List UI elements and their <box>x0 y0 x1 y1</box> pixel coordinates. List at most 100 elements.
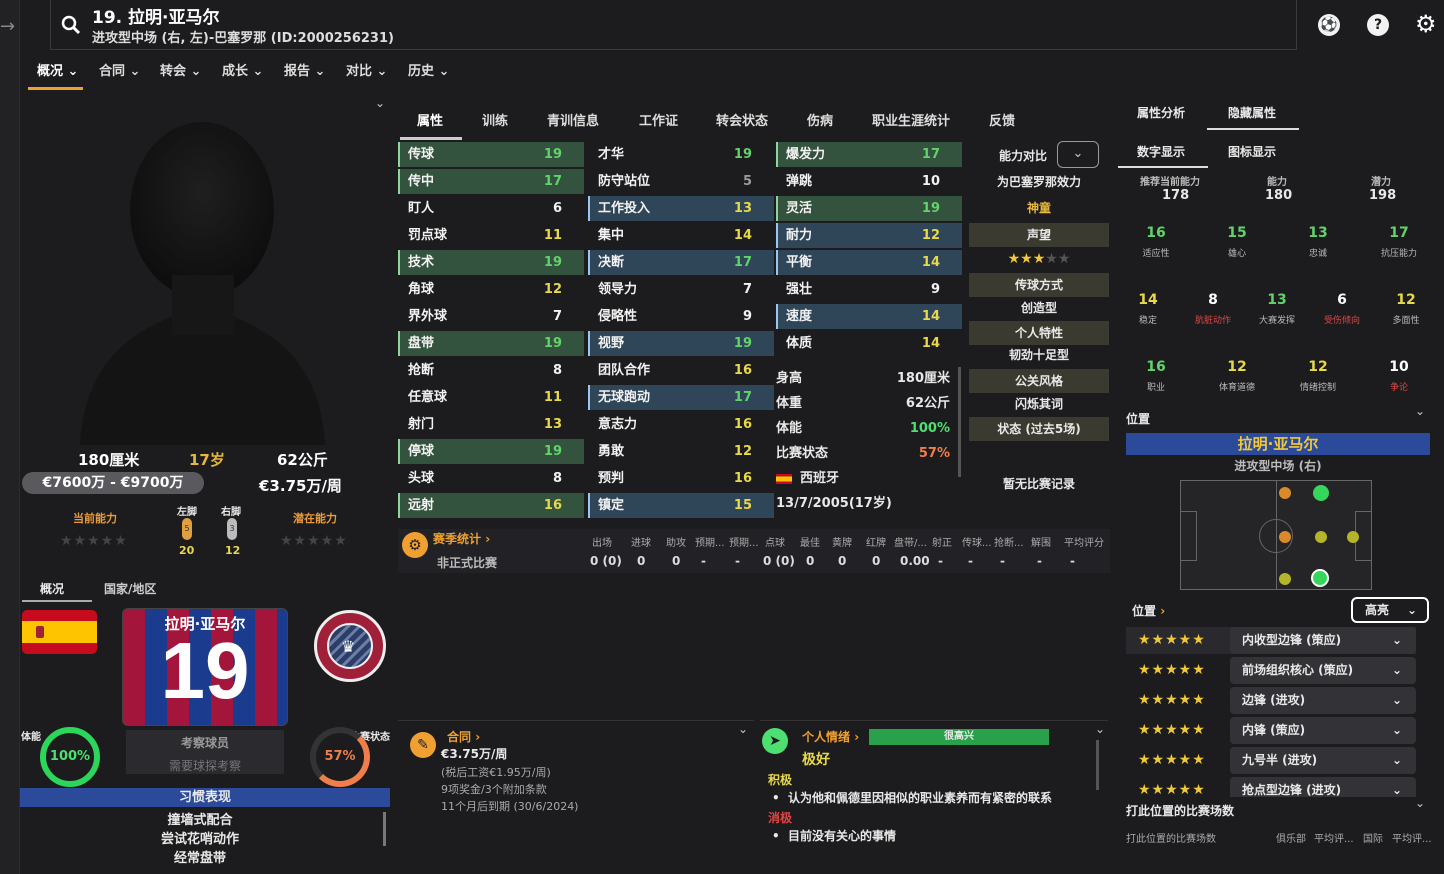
gear-icon[interactable]: ⚙ <box>1415 10 1437 38</box>
role-row[interactable]: ★★★★★ 九号半 (进攻) ⌄ <box>1126 747 1416 774</box>
attribute-row[interactable]: 耐力 12 <box>776 223 962 248</box>
attribute-row[interactable]: 盯人 6 <box>398 196 584 221</box>
attribute-name: 盯人 <box>408 201 435 216</box>
attribute-row[interactable]: 团队合作 16 <box>588 358 774 383</box>
mood-collapse-icon[interactable]: ⌄ <box>1095 722 1105 736</box>
attribute-row[interactable]: 防守站位 5 <box>588 169 774 194</box>
role-dropdown[interactable]: 边锋 (进攻) ⌄ <box>1230 687 1416 714</box>
nav-overview[interactable]: 概况 ⌄ <box>37 60 78 79</box>
contract-collapse-icon[interactable]: ⌄ <box>738 722 748 736</box>
collapse-chevron-icon[interactable]: ⌄ <box>375 96 385 110</box>
role-row[interactable]: ★★★★★ 内收型边锋 (策应) ⌄ <box>1126 627 1416 654</box>
tab-training[interactable]: 训练 <box>482 110 508 129</box>
hidden-attr-value: 17 <box>1389 225 1409 241</box>
habits-scrollbar[interactable] <box>383 812 386 846</box>
attribute-row[interactable]: 停球 19 <box>398 439 584 464</box>
tab-youth[interactable]: 青训信息 <box>547 110 599 129</box>
help-icon[interactable]: ? <box>1367 14 1389 36</box>
highlight-dropdown[interactable]: 高亮 ⌄ <box>1351 597 1429 623</box>
nav-history[interactable]: 历史 ⌄ <box>408 60 449 79</box>
attribute-row[interactable]: 意志力 16 <box>588 412 774 437</box>
tab-work-permit[interactable]: 工作证 <box>639 110 678 129</box>
tab-country[interactable]: 国家/地区 <box>104 580 156 597</box>
role-dropdown[interactable]: 抢点型边锋 (进攻) ⌄ <box>1230 777 1416 797</box>
positions-label[interactable]: 位置 › <box>1132 602 1165 619</box>
season-stat-header: 传球... <box>962 538 992 549</box>
search-icon[interactable] <box>60 14 82 36</box>
tab-numeric[interactable]: 数字显示 <box>1137 143 1185 160</box>
football-icon[interactable]: ⚽ <box>1318 14 1340 36</box>
attribute-row[interactable]: 射门 13 <box>398 412 584 437</box>
role-row[interactable]: ★★★★★ 抢点型边锋 (进攻) ⌄ <box>1126 777 1416 797</box>
attribute-name: 视野 <box>598 336 625 351</box>
attribute-row[interactable]: 领导力 7 <box>588 277 774 302</box>
role-dropdown[interactable]: 内锋 (策应) ⌄ <box>1230 717 1416 744</box>
role-row[interactable]: ★★★★★ 边锋 (进攻) ⌄ <box>1126 687 1416 714</box>
role-name: 内锋 (策应) <box>1242 723 1306 737</box>
compare-dropdown[interactable]: ⌄ <box>1057 141 1099 168</box>
attribute-row[interactable]: 界外球 7 <box>398 304 584 329</box>
attribute-value: 9 <box>742 309 752 324</box>
nav-compare[interactable]: 对比 ⌄ <box>346 60 387 79</box>
attribute-row[interactable]: 勇敢 12 <box>588 439 774 464</box>
attribute-row[interactable]: 角球 12 <box>398 277 584 302</box>
tab-transfer-status[interactable]: 转会状态 <box>716 110 768 129</box>
attribute-row[interactable]: 才华 19 <box>588 142 774 167</box>
attribute-row[interactable]: 工作投入 13 <box>588 196 774 221</box>
role-dropdown[interactable]: 前场组织核心 (策应) ⌄ <box>1230 657 1416 684</box>
tab-hidden-attrs[interactable]: 隐藏属性 <box>1228 104 1276 121</box>
tab-attributes[interactable]: 属性 <box>417 110 443 129</box>
attribute-row[interactable]: 传球 19 <box>398 142 584 167</box>
player-silhouette <box>80 122 325 445</box>
attribute-row[interactable]: 任意球 11 <box>398 385 584 410</box>
attribute-row[interactable]: 体质 14 <box>776 331 962 356</box>
attribute-row[interactable]: 抢断 8 <box>398 358 584 383</box>
attribute-row[interactable]: 镇定 15 <box>588 493 774 518</box>
attribute-row[interactable]: 视野 19 <box>588 331 774 356</box>
attribute-row[interactable]: 爆发力 17 <box>776 142 962 167</box>
attribute-row[interactable]: 集中 14 <box>588 223 774 248</box>
attribute-row[interactable]: 远射 16 <box>398 493 584 518</box>
attribute-row[interactable]: 盘带 19 <box>398 331 584 356</box>
attribute-row[interactable]: 速度 14 <box>776 304 962 329</box>
attribute-name: 盘带 <box>408 336 435 351</box>
nav-transfer[interactable]: 转会 ⌄ <box>160 60 201 79</box>
attribute-row[interactable]: 预判 16 <box>588 466 774 491</box>
role-dropdown[interactable]: 内收型边锋 (策应) ⌄ <box>1230 627 1416 654</box>
attribute-row[interactable]: 决断 17 <box>588 250 774 275</box>
tab-attr-analysis[interactable]: 属性分析 <box>1137 104 1185 121</box>
nav-contract[interactable]: 合同 ⌄ <box>99 60 140 79</box>
attribute-row[interactable]: 侵略性 9 <box>588 304 774 329</box>
mood-scrollbar[interactable] <box>1096 740 1099 790</box>
back-arrow-icon[interactable]: → <box>0 16 15 37</box>
chevron-down-icon: ⌄ <box>1391 633 1402 647</box>
role-row[interactable]: ★★★★★ 前场组织核心 (策应) ⌄ <box>1126 657 1416 684</box>
nav-development[interactable]: 成长 ⌄ <box>222 60 263 79</box>
played-collapse-icon[interactable]: ⌄ <box>1415 796 1425 810</box>
attribute-row[interactable]: 强壮 9 <box>776 277 962 302</box>
tab-feedback[interactable]: 反馈 <box>989 110 1015 129</box>
tab-injuries[interactable]: 伤病 <box>807 110 833 129</box>
attribute-row[interactable]: 技术 19 <box>398 250 584 275</box>
attribute-row[interactable]: 平衡 14 <box>776 250 962 275</box>
attribute-row[interactable]: 灵活 19 <box>776 196 962 221</box>
tab-career-stats[interactable]: 职业生涯统计 <box>872 110 950 129</box>
nav-reports[interactable]: 报告 ⌄ <box>284 60 325 79</box>
attribute-row[interactable]: 头球 8 <box>398 466 584 491</box>
tab-overview[interactable]: 概况 <box>40 580 64 597</box>
attribute-row[interactable]: 无球跑动 17 <box>588 385 774 410</box>
current-ability-stars: ★★★★★ <box>60 533 128 549</box>
season-title[interactable]: 赛季统计 › <box>433 530 490 547</box>
info-scrollbar[interactable] <box>958 367 961 477</box>
scout-box[interactable]: 考察球员 需要球探考察 <box>126 730 284 774</box>
attribute-row[interactable]: 传中 17 <box>398 169 584 194</box>
position-collapse-icon[interactable]: ⌄ <box>1415 404 1425 418</box>
contract-title[interactable]: 合同 › <box>447 728 480 745</box>
mood-title[interactable]: 个人情绪 › <box>802 728 859 745</box>
attribute-row[interactable]: 弹跳 10 <box>776 169 962 194</box>
role-dropdown[interactable]: 九号半 (进攻) ⌄ <box>1230 747 1416 774</box>
role-row[interactable]: ★★★★★ 内锋 (策应) ⌄ <box>1126 717 1416 744</box>
attribute-row[interactable]: 罚点球 11 <box>398 223 584 248</box>
tab-icon-display[interactable]: 图标显示 <box>1228 143 1276 160</box>
hidden-attr-value: 14 <box>1138 292 1158 308</box>
